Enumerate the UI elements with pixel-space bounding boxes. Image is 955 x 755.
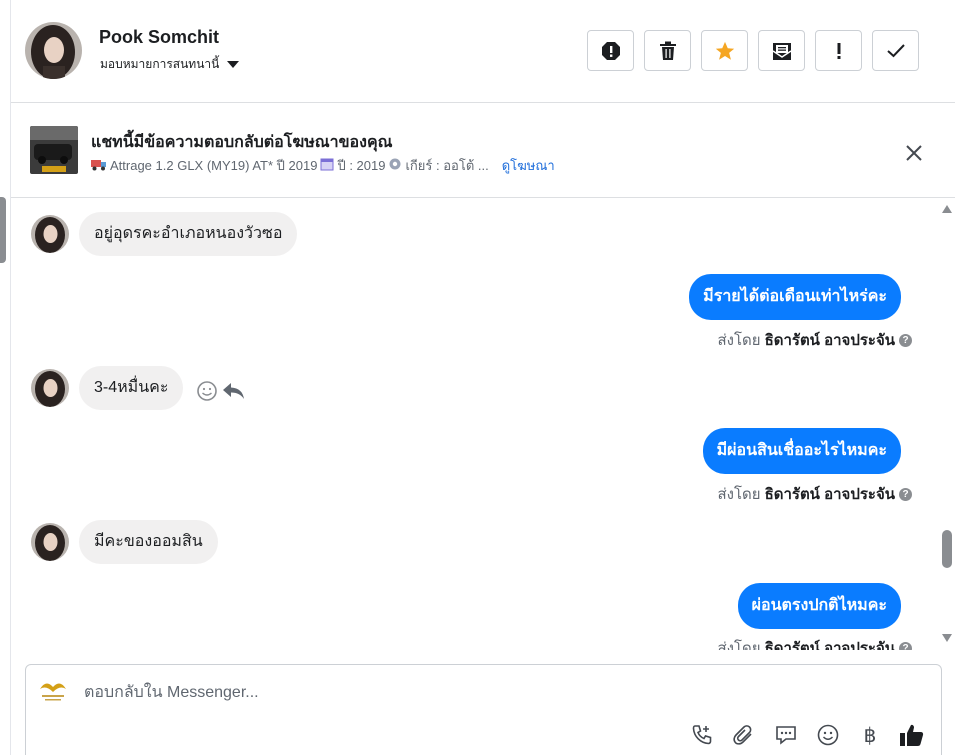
sender-avatar[interactable] [31, 215, 69, 253]
sent-by-label: ส่งโดย ธิดารัตน์ อาจประจัน ? [717, 328, 912, 352]
help-icon[interactable]: ? [899, 333, 912, 347]
close-banner-button[interactable] [902, 141, 926, 165]
reply-icon [223, 382, 245, 399]
ad-reply-banner: แชทนี้มีข้อความตอบกลับต่อโฆษณาของคุณ Att… [11, 103, 955, 198]
sent-by-label: ส่งโดย ธิดารัตน์ อาจประจัน ? [717, 636, 912, 650]
outgoing-message: มีผ่อนสินเชื่ออะไรไหมคะ [702, 428, 901, 474]
like-button[interactable] [898, 721, 926, 749]
star-icon [715, 41, 734, 60]
sent-by-agent: ธิดารัตน์ อาจประจัน [764, 486, 895, 503]
follow-up-button[interactable] [815, 30, 862, 71]
left-rail [0, 0, 11, 755]
contact-avatar[interactable] [25, 22, 82, 79]
header-actions [587, 30, 919, 71]
payment-button[interactable]: ฿ [856, 721, 884, 749]
sent-by-prefix: ส่งโดย [717, 640, 761, 650]
thumbs-up-icon [900, 724, 924, 746]
scroll-thumb[interactable] [942, 530, 952, 568]
message-bubble: มีรายได้ต่อเดือนเท่าไหร่คะ [689, 274, 901, 320]
gear-icon [388, 157, 402, 174]
mark-unread-button[interactable] [758, 30, 805, 71]
left-rail-scroll-thumb[interactable] [0, 197, 6, 263]
sent-by-agent: ธิดารัตน์ อาจประจัน [764, 640, 895, 650]
page-logo [36, 677, 70, 703]
ad-description: Attrage 1.2 GLX (MY19) AT* ปี 2019 ปี : … [91, 155, 555, 176]
reply-input[interactable] [84, 679, 884, 707]
react-button[interactable] [196, 380, 218, 407]
sender-avatar[interactable] [31, 369, 69, 407]
delete-button[interactable] [644, 30, 691, 71]
scroll-down-arrow[interactable] [942, 634, 952, 642]
sent-by-agent: ธิดารัตน์ อาจประจัน [764, 332, 895, 349]
alert-octagon-icon [601, 41, 620, 60]
sender-avatar[interactable] [31, 523, 69, 561]
help-icon[interactable]: ? [899, 487, 912, 501]
ad-title: แชทนี้มีข้อความตอบกลับต่อโฆษณาของคุณ [91, 134, 393, 151]
message-tools [196, 380, 246, 407]
calendar-icon [320, 157, 334, 174]
help-icon[interactable]: ? [899, 641, 912, 650]
incoming-message: 3-4หมื่นคะ [31, 366, 246, 410]
message-bubble: อยู่อุดรคะอำเภอหนองวัวซอ [79, 212, 298, 256]
message-thread[interactable]: อยู่อุดรคะอำเภอหนองวัวซอ มีรายได้ต่อเดือ… [11, 198, 955, 650]
emoji-icon [817, 724, 839, 746]
incoming-message: อยู่อุดรคะอำเภอหนองวัวซอ [31, 212, 298, 256]
call-button[interactable] [688, 721, 716, 749]
paperclip-icon [733, 725, 752, 745]
thread-scrollbar[interactable] [940, 198, 954, 650]
emoji-button[interactable] [814, 721, 842, 749]
composer-toolbar: ฿ [688, 721, 926, 749]
attach-button[interactable] [730, 721, 758, 749]
outgoing-message: มีรายได้ต่อเดือนเท่าไหร่คะ [689, 274, 901, 320]
report-spam-button[interactable] [587, 30, 634, 71]
message-bubble: ผ่อนตรงปกติไหมคะ [737, 583, 901, 629]
ad-car-year: ปี : 2019 [337, 158, 386, 173]
phone-plus-icon [692, 725, 712, 745]
ad-car-model: Attrage 1.2 GLX (MY19) AT* ปี 2019 [110, 158, 318, 173]
reply-composer: ฿ [25, 664, 942, 755]
saved-replies-button[interactable] [772, 721, 800, 749]
assign-label: มอบหมายการสนทนานี้ [100, 57, 220, 71]
chevron-down-icon[interactable] [227, 61, 240, 68]
mark-done-button[interactable] [872, 30, 919, 71]
envelope-open-icon [772, 42, 791, 60]
message-bubble: มีคะของออมสิน [79, 520, 218, 564]
trash-icon [659, 41, 676, 60]
assign-conversation-dropdown[interactable]: มอบหมายการสนทนานี้ [100, 55, 240, 74]
reply-button[interactable] [222, 381, 246, 406]
check-icon [886, 43, 905, 57]
scroll-up-arrow[interactable] [942, 205, 952, 213]
chat-bubble-icon [776, 726, 796, 745]
view-ad-link[interactable]: ดูโฆษณา [502, 155, 555, 176]
sent-by-prefix: ส่งโดย [717, 332, 761, 349]
exclamation-icon [837, 42, 840, 59]
smiley-icon [197, 380, 218, 401]
ad-car-gear: เกียร์ : ออโต้ ... [405, 158, 489, 173]
star-button[interactable] [701, 30, 748, 71]
sent-by-prefix: ส่งโดย [717, 486, 761, 503]
close-icon [906, 145, 922, 161]
truck-icon [91, 158, 107, 174]
ad-thumbnail[interactable] [30, 126, 78, 174]
baht-icon: ฿ [863, 724, 877, 747]
contact-name: Pook Somchit [99, 27, 220, 47]
message-bubble: 3-4หมื่นคะ [79, 366, 184, 410]
outgoing-message: ผ่อนตรงปกติไหมคะ [737, 583, 901, 629]
sent-by-label: ส่งโดย ธิดารัตน์ อาจประจัน ? [717, 482, 912, 506]
conversation-header: Pook Somchit มอบหมายการสนทนานี้ [11, 0, 955, 103]
incoming-message: มีคะของออมสิน [31, 520, 218, 564]
message-bubble: มีผ่อนสินเชื่ออะไรไหมคะ [702, 428, 901, 474]
